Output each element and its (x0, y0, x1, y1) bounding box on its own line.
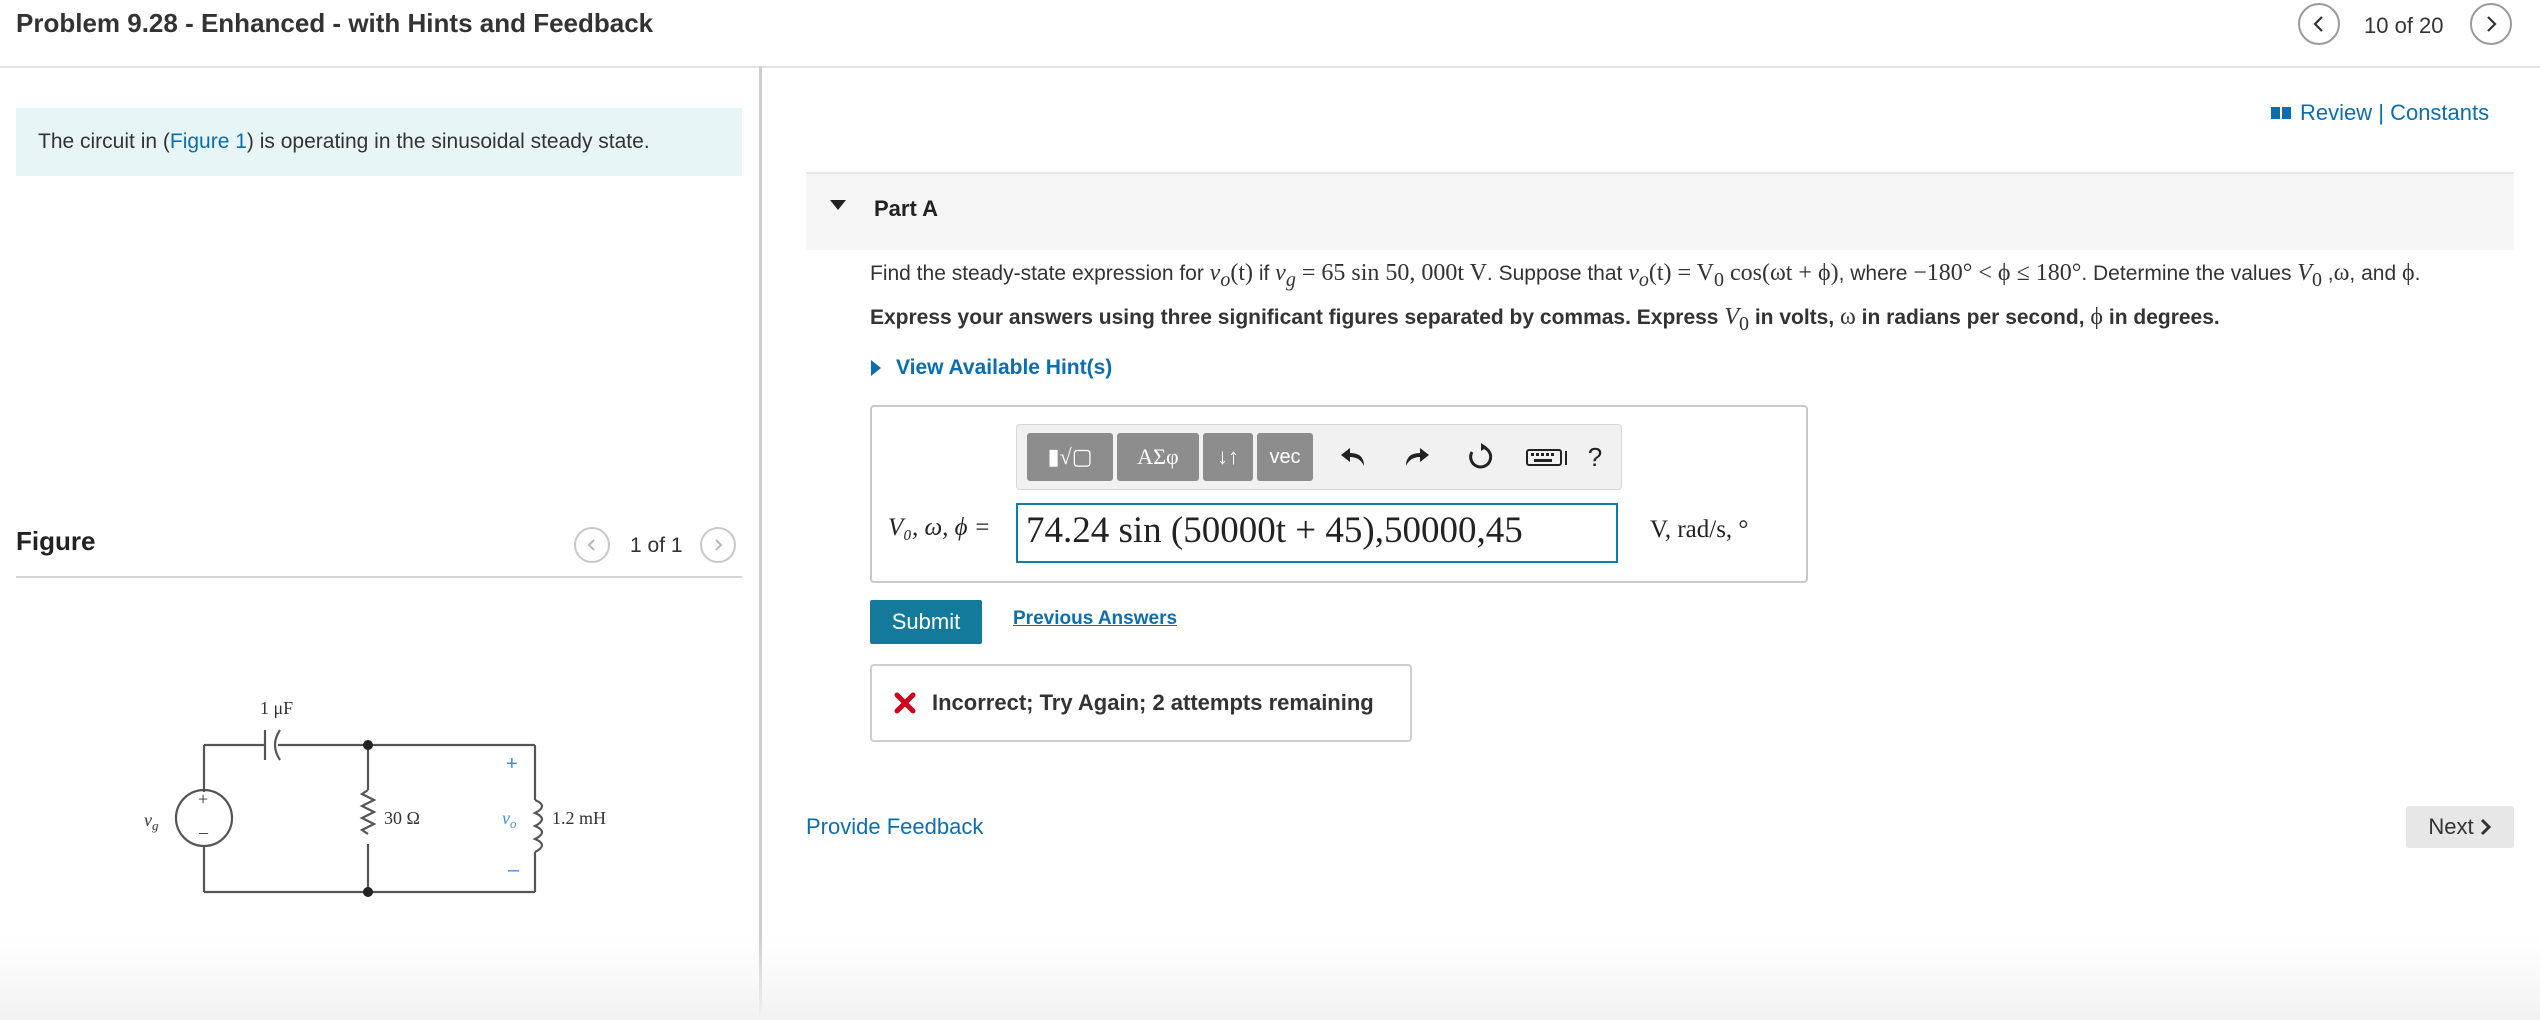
inductor-label: 1.2 mH (552, 808, 606, 828)
math-toolbar: ▮√▢ ΑΣφ ↓↑ vec ? (1016, 424, 1622, 490)
feedback-text: Incorrect; Try Again; 2 attempts remaini… (932, 690, 1374, 715)
question-text: Find the steady-state expression for vo(… (870, 260, 2421, 291)
answer-instructions: Express your answers using three signifi… (870, 304, 2220, 335)
vo-minus: – (508, 859, 520, 881)
problem-counter: 10 of 20 (2364, 13, 2444, 38)
part-a-header[interactable] (806, 172, 2514, 250)
figure-prev-button[interactable] (574, 527, 610, 563)
vo-label: vo (502, 808, 517, 831)
chevron-right-icon (2487, 16, 2497, 32)
keyboard-icon[interactable] (1523, 439, 1573, 475)
figure-heading: Figure (16, 526, 96, 556)
chevron-right-icon (2480, 818, 2491, 836)
help-button[interactable]: ? (1577, 439, 1613, 475)
undo-icon[interactable] (1335, 439, 1371, 475)
submit-button[interactable]: Submit (870, 600, 982, 644)
part-a-title: Part A (874, 196, 938, 221)
view-hints-toggle[interactable]: View Available Hint(s) (870, 356, 1112, 380)
circuit-diagram[interactable]: + – vg 1 μF 30 Ω 1.2 mH + vo – (120, 680, 680, 920)
next-problem-button[interactable] (2470, 3, 2512, 45)
reset-icon[interactable] (1463, 439, 1499, 475)
next-label: Next (2428, 814, 2474, 839)
intro-prefix: The circuit in ( (38, 130, 170, 153)
answer-input[interactable]: 74.24 sin (50000t + 45),50000,45 (1016, 503, 1618, 563)
problem-title: Problem 9.28 - Enhanced - with Hints and… (16, 8, 654, 38)
next-button[interactable]: Next (2406, 806, 2514, 848)
vo-plus: + (506, 753, 518, 775)
source-minus: – (198, 822, 209, 842)
chevron-right-icon (715, 539, 723, 551)
templates-button[interactable]: ▮√▢ (1027, 433, 1113, 481)
chevron-left-icon (587, 539, 595, 551)
bottom-fade (0, 940, 2540, 1020)
figure-divider (16, 576, 742, 578)
provide-feedback-link[interactable]: Provide Feedback (806, 814, 983, 840)
figure-next-button[interactable] (700, 527, 736, 563)
column-divider[interactable] (759, 66, 762, 1020)
feedback-message: Incorrect; Try Again; 2 attempts remaini… (870, 664, 1412, 742)
source-plus: + (198, 789, 208, 809)
previous-answers-link[interactable]: Previous Answers (1013, 608, 1177, 630)
intro-suffix: ) is operating in the sinusoidal steady … (246, 130, 650, 153)
bottom-node (363, 887, 373, 897)
caret-down-icon[interactable] (828, 198, 848, 212)
book-icon (2271, 107, 2291, 119)
capacitor-label: 1 μF (260, 698, 293, 718)
source-label: vg (144, 810, 159, 833)
review-constants-link[interactable]: Review | Constants (2270, 100, 2489, 126)
subscript-superscript-button[interactable]: ↓↑ (1203, 433, 1253, 481)
chevron-left-icon (2313, 16, 2323, 32)
previous-problem-button[interactable] (2298, 3, 2340, 45)
resistor-label: 30 Ω (384, 808, 420, 828)
figure-link[interactable]: Figure 1 (170, 130, 247, 153)
answer-units: V, rad/s, ° (1650, 516, 1749, 543)
figure-counter: 1 of 1 (630, 534, 683, 557)
error-x-icon (894, 692, 916, 714)
greek-symbols-button[interactable]: ΑΣφ (1117, 433, 1199, 481)
top-node (363, 740, 373, 750)
hint-label: View Available Hint(s) (896, 356, 1113, 379)
vector-button[interactable]: vec (1257, 433, 1313, 481)
answer-label: V₀, ω, ϕ = (888, 514, 991, 541)
review-constants-label: Review | Constants (2300, 100, 2490, 125)
redo-icon[interactable] (1399, 439, 1435, 475)
caret-right-icon (871, 360, 881, 376)
intro-text: The circuit in (Figure 1) is operating i… (16, 108, 742, 176)
